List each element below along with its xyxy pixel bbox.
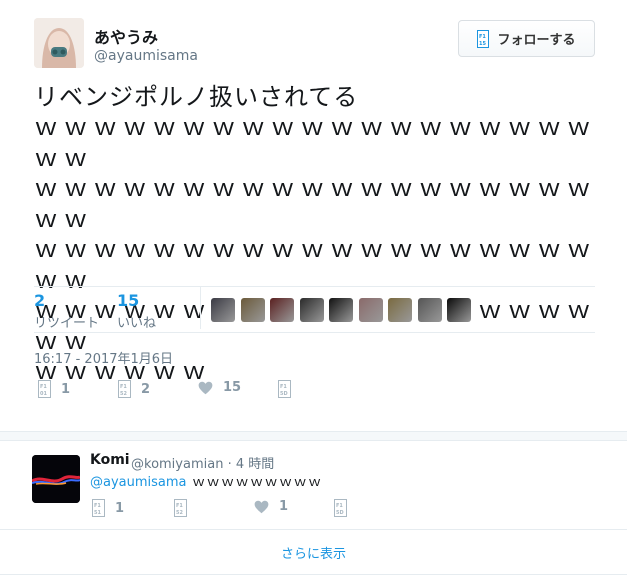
reply-dm-button[interactable]: F1 5D [334, 499, 347, 517]
svg-text:F1: F1 [40, 384, 47, 390]
retweet-count: 2 [141, 381, 151, 397]
like-button[interactable]: 15 [198, 380, 241, 395]
liker-avatar[interactable] [358, 298, 383, 322]
liker-avatar[interactable] [447, 298, 471, 322]
liker-avatar[interactable] [329, 298, 353, 322]
retweet-button[interactable]: F1 52 2 [118, 380, 150, 398]
liker-avatar[interactable] [417, 298, 442, 322]
reply-reply-button[interactable]: F1 51 1 [92, 499, 124, 517]
retweet-stat-count[interactable]: 2 [34, 291, 45, 310]
like-count: 15 [223, 380, 242, 395]
reply-like-button[interactable]: 1 [254, 499, 288, 514]
display-name[interactable]: あやうみ [94, 24, 158, 48]
svg-text:51: 51 [94, 510, 101, 516]
liker-avatar[interactable] [211, 298, 235, 322]
reply-handle-time[interactable]: @komiyamian · 4 時間 [131, 453, 274, 472]
show-more-link[interactable]: さらに表示 [0, 543, 627, 562]
tweet-timestamp[interactable]: 16:17 - 2017年1月6日 [34, 348, 173, 367]
retweet-icon: F1 52 [118, 380, 131, 398]
liker-avatar[interactable] [240, 298, 265, 322]
reply-divider [0, 529, 627, 530]
screen-name[interactable]: @ayaumisama [94, 48, 198, 64]
heart-icon [254, 500, 269, 513]
svg-text:5D: 5D [280, 391, 288, 397]
stats-vertical-divider [200, 287, 201, 329]
reply-icon: F1 01 [38, 380, 51, 398]
svg-text:F1: F1 [94, 503, 101, 509]
liker-avatar[interactable] [270, 298, 294, 322]
reply-avatar-image [32, 455, 80, 503]
reply-icon: F1 51 [92, 499, 105, 517]
section-separator [0, 431, 627, 441]
avatar-image [34, 18, 84, 68]
tweet-text-line: リベンジポルノ扱いされてる [34, 83, 359, 111]
retweet-icon: F1 52 [174, 499, 187, 517]
svg-text:F1: F1 [120, 384, 127, 390]
retweet-stat-label[interactable]: リツイート [34, 312, 99, 331]
bottom-divider [0, 574, 627, 575]
heart-icon [198, 381, 213, 394]
follow-icon: F1 15 [477, 29, 490, 48]
reply-display-name[interactable]: Komi [90, 452, 130, 468]
reply-text: @ayaumisama ｗｗｗｗｗｗｗｗｗ [90, 471, 323, 490]
tweet-text: リベンジポルノ扱いされてる ｗｗｗｗｗｗｗｗｗｗｗｗｗｗｗｗｗｗｗｗｗ ｗｗｗｗ… [34, 82, 604, 387]
liker-avatar[interactable] [299, 298, 324, 322]
svg-text:F1: F1 [336, 503, 343, 509]
follow-button[interactable]: F1 15 フォローする [458, 20, 595, 57]
reply-retweet-button[interactable]: F1 52 [174, 499, 187, 517]
tweet-main: あやうみ @ayaumisama F1 15 フォローする リベンジポルノ扱いさ… [0, 0, 627, 431]
reply-button[interactable]: F1 01 1 [38, 380, 70, 398]
like-stat-label[interactable]: いいね [117, 312, 156, 331]
reply-mention[interactable]: @ayaumisama [90, 475, 187, 490]
stats-divider-bottom [34, 332, 595, 333]
dm-icon: F1 5D [334, 499, 347, 517]
svg-text:F1: F1 [176, 503, 183, 509]
follow-label: フォローする [497, 33, 576, 48]
svg-text:F1: F1 [280, 384, 287, 390]
liker-avatars [211, 298, 471, 322]
tweet-text-line: ｗｗｗｗｗｗｗｗｗｗｗｗｗｗｗｗｗｗｗｗｗ [34, 113, 597, 172]
svg-text:15: 15 [479, 41, 486, 47]
reply-avatar[interactable] [32, 455, 80, 503]
svg-text:01: 01 [40, 391, 47, 397]
like-stat-count[interactable]: 15 [117, 291, 139, 310]
reply-count: 1 [61, 381, 71, 397]
dm-icon: F1 5D [278, 380, 291, 398]
reply-like-count: 1 [279, 499, 289, 514]
tweet-text-line: ｗｗｗｗｗｗｗｗｗｗｗｗｗｗｗｗｗｗｗｗｗ [34, 174, 597, 233]
svg-text:F1: F1 [479, 34, 486, 40]
svg-text:5D: 5D [336, 510, 344, 516]
liker-avatar[interactable] [388, 298, 412, 322]
svg-text:52: 52 [120, 391, 127, 397]
reply-body: ｗｗｗｗｗｗｗｗｗ [186, 475, 323, 490]
dm-button[interactable]: F1 5D [278, 380, 291, 398]
svg-text:52: 52 [176, 510, 183, 516]
avatar[interactable] [34, 18, 84, 68]
stats-divider-top [34, 286, 595, 287]
reply-reply-count: 1 [115, 500, 125, 516]
